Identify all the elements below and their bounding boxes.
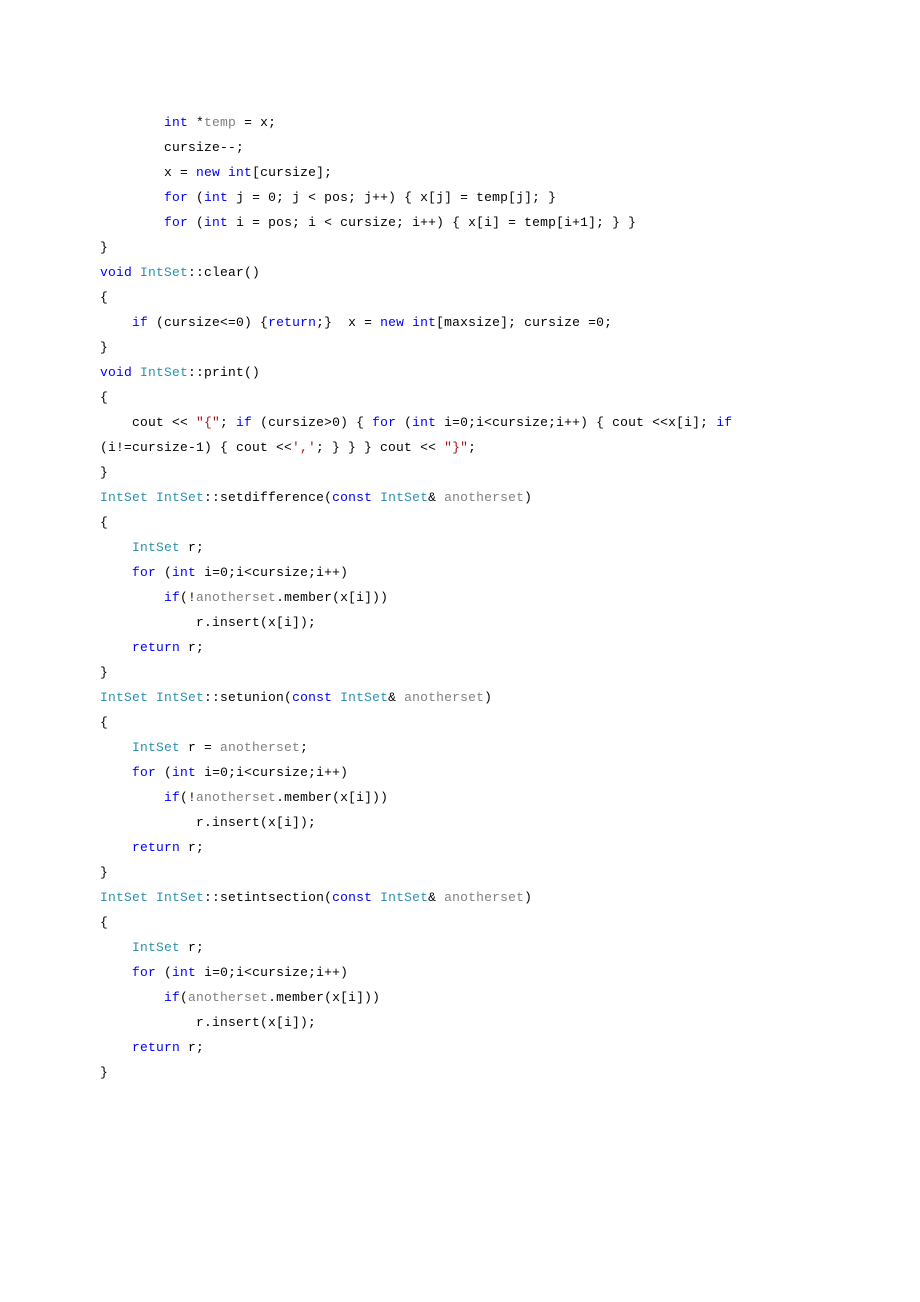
code-line: r.insert(x[i]); [100,1015,316,1030]
code-line: for (int i=0;i<cursize;i++) [100,765,348,780]
code-line: return r; [100,1040,204,1055]
code-line: IntSet IntSet::setunion(const IntSet& an… [100,690,492,705]
code-line: { [100,290,108,305]
code-line: } [100,665,108,680]
code-line: { [100,390,108,405]
code-line: { [100,715,108,730]
code-line: { [100,515,108,530]
code-line: { [100,915,108,930]
code-line: IntSet r; [100,540,204,555]
code-line: for (int j = 0; j < pos; j++) { x[j] = t… [100,190,556,205]
code-line: x = new int[cursize]; [100,165,332,180]
code-line: for (int i = pos; i < cursize; i++) { x[… [100,215,636,230]
code-page: int *temp = x; cursize--; x = new int[cu… [0,0,920,1125]
code-line: r.insert(x[i]); [100,815,316,830]
code-line: if(!anotherset.member(x[i])) [100,790,388,805]
code-line: } [100,465,108,480]
code-line: void IntSet::print() [100,365,260,380]
code-line: int *temp = x; [100,115,276,130]
code-line: IntSet r = anotherset; [100,740,308,755]
code-line: for (int i=0;i<cursize;i++) [100,965,348,980]
code-line: for (int i=0;i<cursize;i++) [100,565,348,580]
code-line: return r; [100,640,204,655]
code-line: void IntSet::clear() [100,265,260,280]
code-line: cursize--; [100,140,244,155]
code-line: (i!=cursize-1) { cout <<','; } } } cout … [100,440,476,455]
code-line: if(anotherset.member(x[i])) [100,990,380,1005]
code-line: if (cursize<=0) {return;} x = new int[ma… [100,315,612,330]
code-line: } [100,240,108,255]
code-line: return r; [100,840,204,855]
code-line: r.insert(x[i]); [100,615,316,630]
code-line: } [100,340,108,355]
code-line: IntSet IntSet::setintsection(const IntSe… [100,890,532,905]
code-line: cout << "{"; if (cursize>0) { for (int i… [100,415,732,430]
code-line: } [100,865,108,880]
code-line: if(!anotherset.member(x[i])) [100,590,388,605]
code-line: IntSet r; [100,940,204,955]
code-line: } [100,1065,108,1080]
code-line: IntSet IntSet::setdifference(const IntSe… [100,490,532,505]
